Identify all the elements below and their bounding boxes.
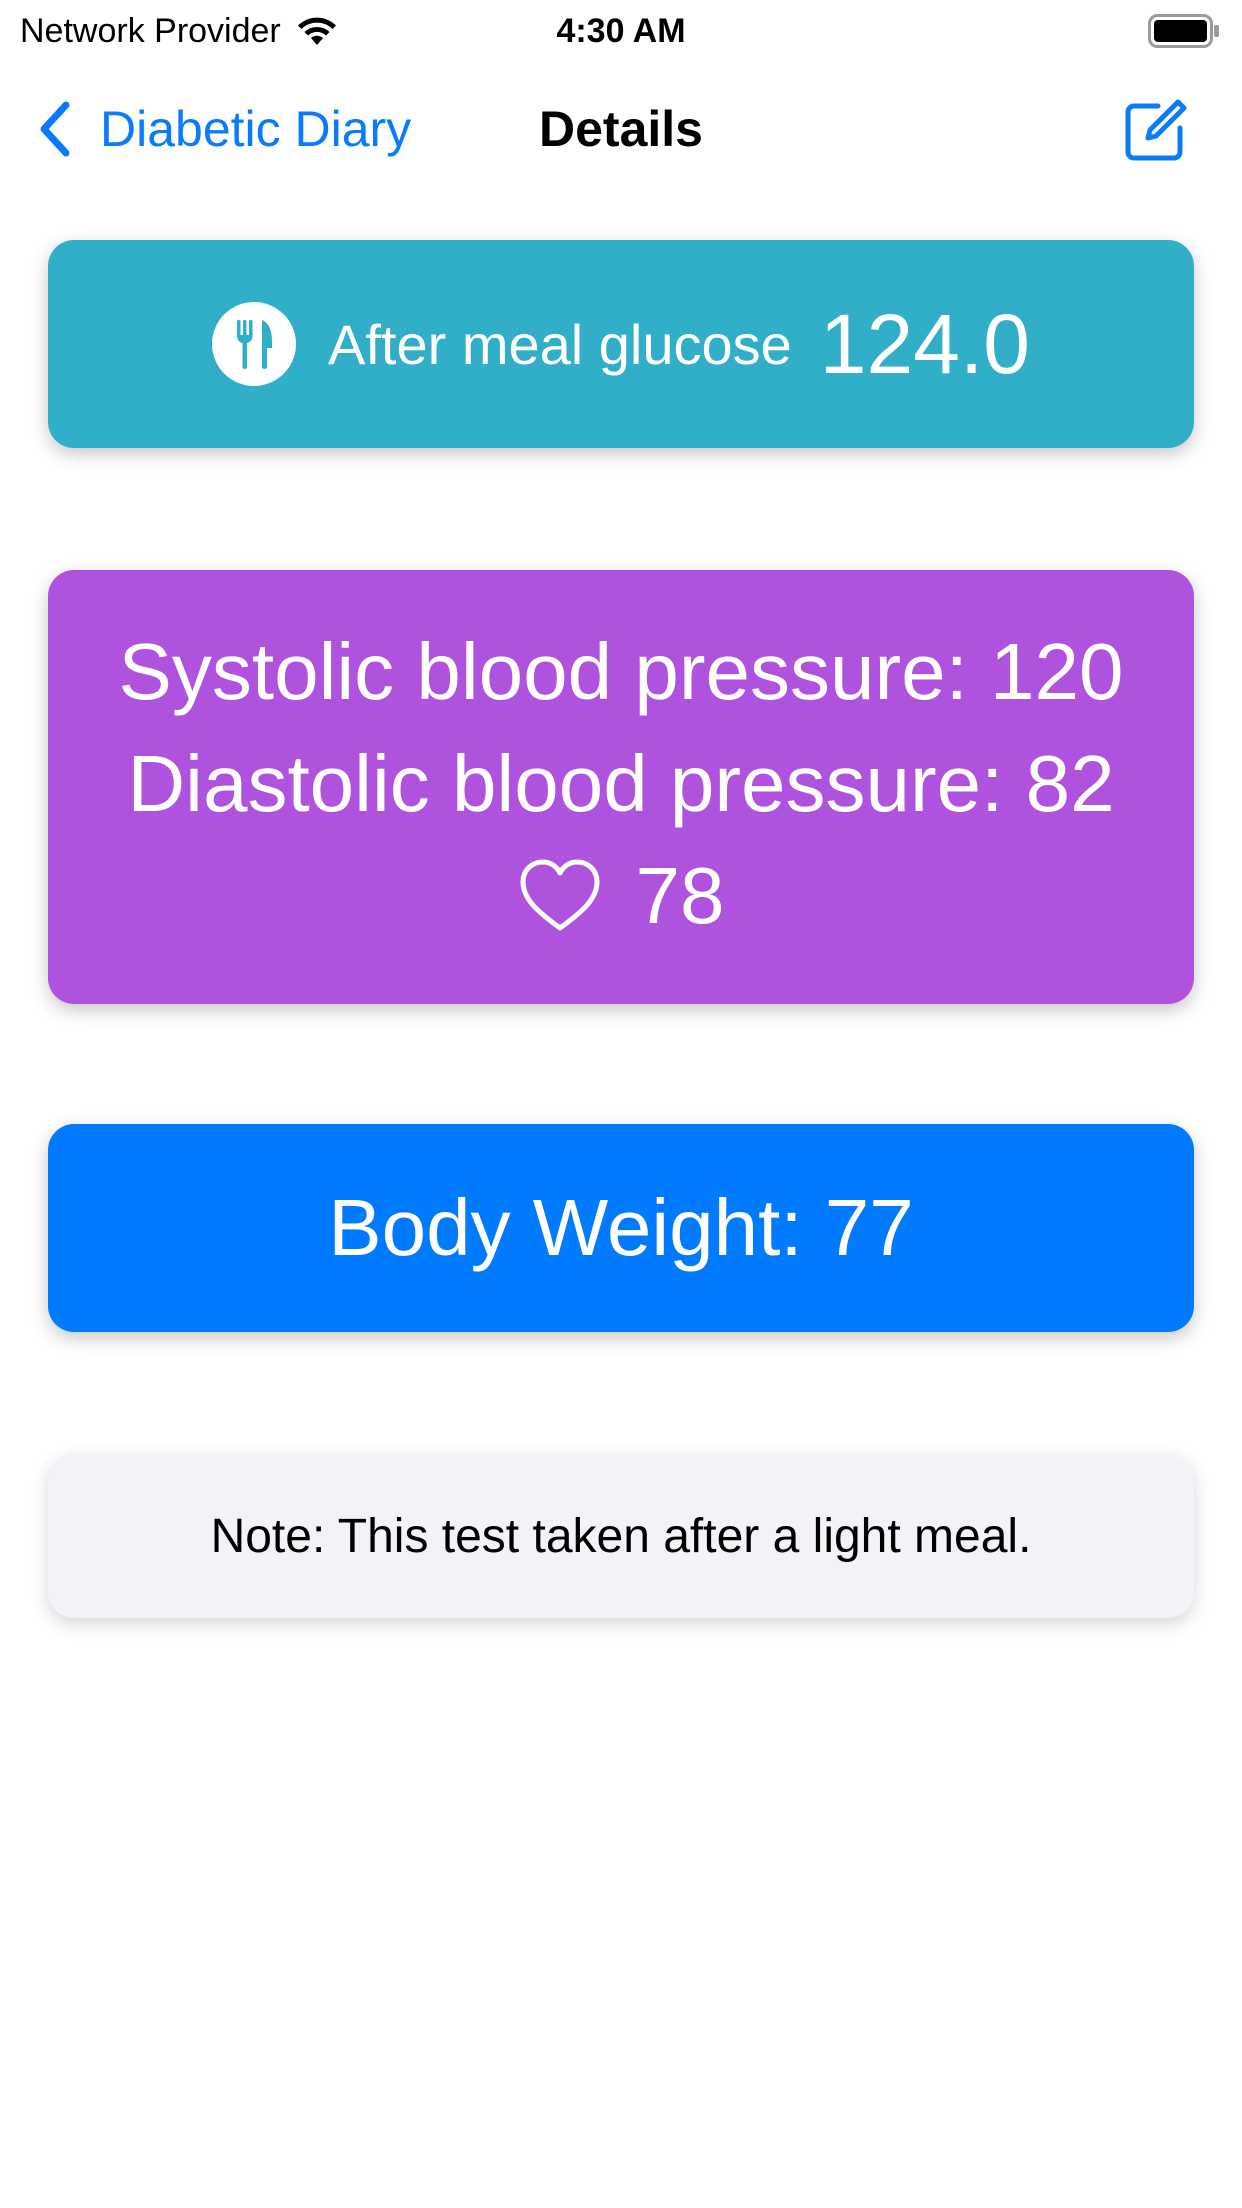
heart-rate-row: 78 [48,846,1194,946]
status-time: 4:30 AM [556,12,686,50]
glucose-card: After meal glucose 124.0 [48,240,1194,448]
diastolic-text: Diastolic blood pressure: 82 [127,739,1115,828]
note-card: Note: This test taken after a light meal… [48,1454,1194,1618]
navigation-bar: Diabetic Diary Details [0,80,1242,176]
compose-icon[interactable] [1124,94,1188,162]
glucose-label: After meal glucose [328,312,792,376]
body-weight-card: Body Weight: 77 [48,1124,1194,1332]
heart-icon [520,859,599,931]
page-title: Details [539,101,703,157]
heart-rate-value: 78 [635,851,725,940]
fork-knife-icon [212,302,296,386]
battery-icon [1148,14,1219,48]
status-bar: Network Provider 4:30 AM [0,0,1242,62]
blood-pressure-card: Systolic blood pressure: 120 Diastolic b… [48,570,1194,1004]
note-text: Note: This test taken after a light meal… [210,1509,1032,1563]
body-weight-text: Body Weight: 77 [328,1183,914,1272]
glucose-value: 124.0 [819,296,1030,391]
systolic-text: Systolic blood pressure: 120 [118,627,1124,716]
